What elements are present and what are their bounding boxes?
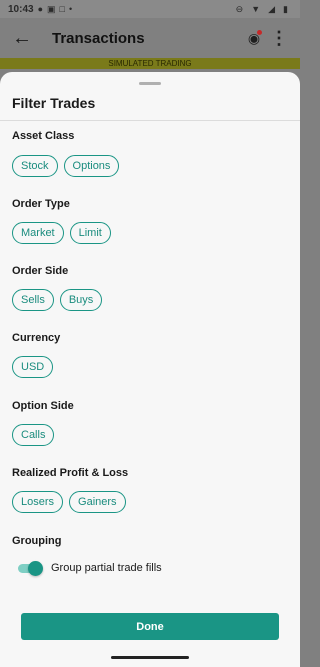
filter-sheet: Filter Trades Asset Class Stock Options …: [0, 72, 300, 667]
arrow-left-icon[interactable]: ←: [12, 27, 40, 50]
battery-icon: ▮: [283, 3, 288, 14]
section-label-option-side: Option Side: [12, 400, 74, 412]
chip-market[interactable]: Market: [12, 222, 64, 244]
chip-gainers[interactable]: Gainers: [69, 491, 126, 513]
section-label-realized-pl: Realized Profit & Loss: [12, 467, 129, 479]
chip-sells[interactable]: Sells: [12, 289, 54, 311]
wifi-icon: ▼: [251, 4, 261, 14]
group-fills-row: Group partial trade fills: [18, 561, 162, 576]
notification-icon: □: [59, 4, 65, 14]
toggle-thumb: [28, 561, 43, 576]
section-label-currency: Currency: [12, 332, 61, 344]
more-vertical-icon[interactable]: ⋮: [270, 28, 288, 49]
chip-usd[interactable]: USD: [12, 356, 54, 378]
page-title: Transactions: [52, 29, 145, 47]
section-label-order-type: Order Type: [12, 198, 70, 210]
simulated-trading-banner: SIMULATED TRADING: [0, 58, 300, 69]
section-label-asset-class: Asset Class: [12, 130, 75, 142]
chip-calls[interactable]: Calls: [12, 424, 55, 446]
group-fills-label: Group partial trade fills: [51, 562, 162, 574]
home-indicator: [111, 656, 189, 659]
app-header: ← Transactions ◉ ⋮: [0, 18, 300, 58]
dnd-icon: ⊖: [235, 3, 244, 14]
bell-icon[interactable]: ◉: [244, 29, 264, 47]
chip-row-currency: USD: [12, 356, 54, 378]
chip-row-option-side: Calls: [12, 424, 55, 446]
sheet-title: Filter Trades: [12, 95, 96, 111]
chip-options[interactable]: Options: [63, 155, 120, 177]
chip-row-order-side: Sells Buys: [12, 289, 103, 311]
chip-row-realized-pl: Losers Gainers: [12, 491, 126, 513]
sim-icon: ▣: [47, 3, 56, 14]
divider: [0, 120, 300, 121]
chip-row-asset-class: Stock Options: [12, 155, 120, 177]
section-label-order-side: Order Side: [12, 265, 69, 277]
location-icon: ●: [37, 4, 44, 14]
dot-icon: •: [68, 4, 73, 14]
group-fills-toggle[interactable]: [18, 561, 43, 576]
chip-row-order-type: Market Limit: [12, 222, 111, 244]
chip-limit[interactable]: Limit: [69, 222, 111, 244]
section-label-grouping: Grouping: [12, 535, 62, 547]
status-time: 10:43: [8, 3, 34, 15]
done-button[interactable]: Done: [21, 613, 279, 640]
notification-dot: [257, 29, 262, 35]
signal-icon: ◢: [268, 3, 276, 14]
chip-stock[interactable]: Stock: [12, 155, 58, 177]
status-bar: 10:43 ● ▣ □ • ⊖ ▼ ◢ ▮: [0, 0, 300, 18]
chip-buys[interactable]: Buys: [59, 289, 103, 311]
drag-handle[interactable]: [139, 82, 161, 85]
chip-losers[interactable]: Losers: [12, 491, 64, 513]
